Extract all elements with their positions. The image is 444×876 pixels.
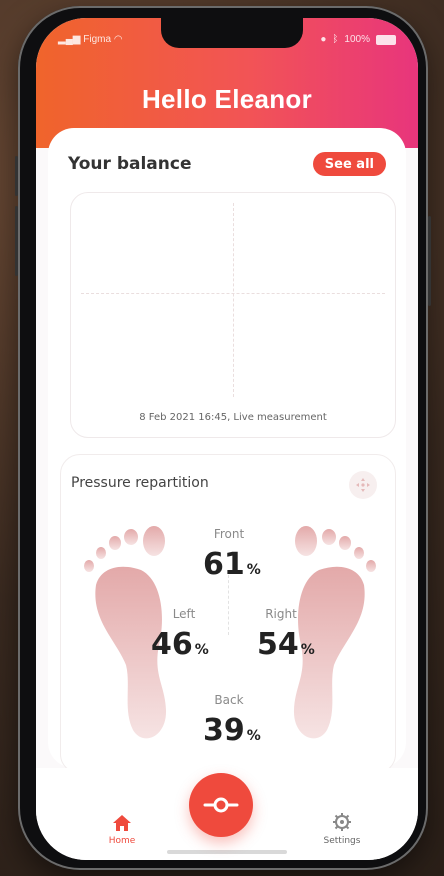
balance-card: 8 Feb 2021 16:45, Live measurement <box>70 192 396 438</box>
pressure-title: Pressure repartition <box>71 475 209 491</box>
side-button <box>428 216 431 306</box>
left-label: Left <box>172 607 196 621</box>
battery-label: 100% <box>344 34 370 45</box>
bluetooth-icon: ᛒ <box>332 34 339 45</box>
front-label: Front <box>213 527 245 541</box>
back-number: 39 <box>203 713 245 748</box>
connect-button[interactable] <box>189 773 253 837</box>
gear-icon <box>333 813 351 831</box>
nav-settings[interactable]: Settings <box>302 812 382 846</box>
wifi-icon: ◠ <box>113 34 123 45</box>
back-label: Back <box>214 693 244 707</box>
nav-home[interactable]: Home <box>82 814 162 846</box>
pressure-card: Pressure repartition Front 61 % Left 46 … <box>60 454 396 774</box>
left-unit: % <box>194 642 209 658</box>
right-value: 54% <box>257 627 315 662</box>
left-value: 46% <box>151 627 209 662</box>
see-all-button[interactable]: See all <box>312 152 386 176</box>
status-bar-left: ▂▄▆ Figma ◠ <box>58 34 123 45</box>
balance-grid-horizontal <box>81 293 385 294</box>
front-unit: % <box>246 562 261 578</box>
nav-settings-label: Settings <box>323 836 361 846</box>
side-button <box>15 206 18 276</box>
main-sheet: Your balance See all 8 Feb 2021 16:45, L… <box>48 128 406 774</box>
home-icon <box>113 815 131 831</box>
page-title: Hello Eleanor <box>141 84 313 114</box>
status-dot-icon: ● <box>320 34 327 45</box>
status-bar-right: ● ᛒ 100% <box>320 34 396 45</box>
side-button <box>15 156 18 196</box>
battery-icon <box>376 34 396 45</box>
signal-icon: ▂▄▆ <box>58 34 81 45</box>
home-indicator <box>167 850 287 854</box>
nav-home-label: Home <box>108 836 136 846</box>
balance-grid-vertical <box>233 203 234 397</box>
front-value: 61% <box>203 547 261 582</box>
right-unit: % <box>300 642 315 658</box>
notch <box>161 18 303 48</box>
right-label: Right <box>265 607 297 621</box>
right-number: 54 <box>257 627 299 662</box>
left-number: 46 <box>151 627 193 662</box>
back-value: 39% <box>203 713 261 748</box>
left-right-divider <box>228 575 229 635</box>
app-screen: ▂▄▆ Figma ◠ ● ᛒ 100% Hello Eleanor Your … <box>36 18 418 860</box>
carrier-label: Figma <box>83 34 112 45</box>
move-icon[interactable] <box>349 471 377 499</box>
front-number: 61 <box>203 547 245 582</box>
back-unit: % <box>246 728 261 744</box>
measurement-timestamp: 8 Feb 2021 16:45, Live measurement <box>139 412 327 423</box>
balance-title: Your balance <box>68 154 192 174</box>
connect-icon <box>203 797 239 813</box>
